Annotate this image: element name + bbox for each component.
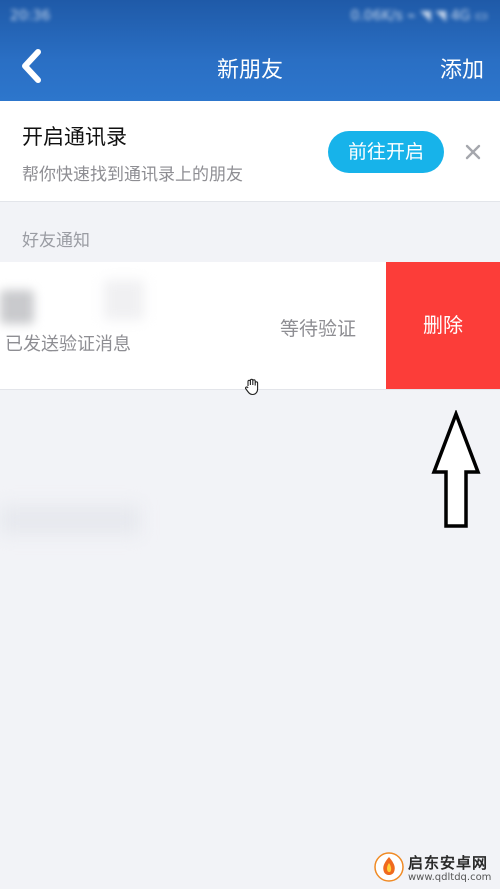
request-message: 已发送验证消息 bbox=[5, 334, 131, 355]
dismiss-banner-button[interactable] bbox=[462, 141, 484, 163]
status-indicators: 0.06K/s ⌁ ◥ ◥ 4G ▭ bbox=[350, 8, 488, 24]
contacts-banner: 开启通讯录 帮你快速找到通讯录上的朋友 前往开启 bbox=[0, 101, 500, 202]
blurred-area bbox=[0, 505, 140, 535]
friend-notifications-header: 好友通知 bbox=[22, 231, 90, 251]
status-bar: 20:36 0.06K/s ⌁ ◥ ◥ 4G ▭ bbox=[0, 0, 500, 32]
add-button[interactable]: 添加 bbox=[440, 52, 484, 84]
avatar bbox=[0, 290, 34, 324]
status-time: 20:36 bbox=[10, 8, 51, 24]
header-bar: 20:36 0.06K/s ⌁ ◥ ◥ 4G ▭ 新朋友 添加 bbox=[0, 0, 500, 101]
watermark-logo-icon bbox=[374, 852, 404, 882]
delete-button[interactable]: 删除 bbox=[386, 262, 500, 389]
screen: 20:36 0.06K/s ⌁ ◥ ◥ 4G ▭ 新朋友 添加 开启通讯录 帮你… bbox=[0, 0, 500, 889]
contacts-banner-title: 开启通讯录 bbox=[22, 125, 127, 149]
up-arrow-icon bbox=[431, 410, 481, 528]
blurred-name bbox=[104, 280, 144, 320]
friend-request-row[interactable]: 已发送验证消息 等待验证 删除 bbox=[0, 262, 500, 390]
watermark: 启东安卓网 www.qdltdq.com bbox=[360, 848, 500, 889]
request-status: 等待验证 bbox=[280, 318, 357, 340]
hand-cursor-icon bbox=[245, 378, 259, 396]
enable-contacts-button[interactable]: 前往开启 bbox=[328, 131, 444, 173]
watermark-url: www.qdltdq.com bbox=[408, 872, 492, 883]
contacts-banner-subtitle: 帮你快速找到通讯录上的朋友 bbox=[22, 165, 243, 185]
page-title: 新朋友 bbox=[216, 58, 283, 83]
close-icon bbox=[465, 144, 481, 160]
watermark-brand: 启东安卓网 bbox=[408, 854, 489, 872]
